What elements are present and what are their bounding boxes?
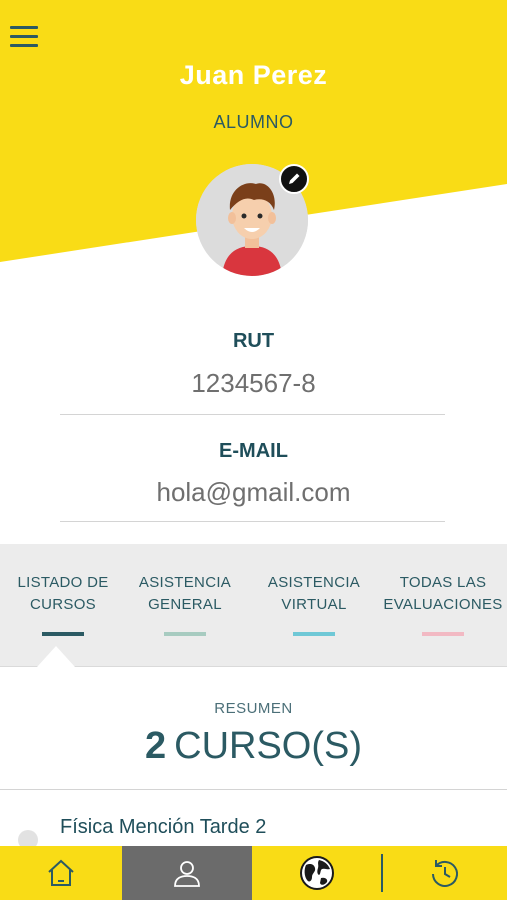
globe-icon: [300, 856, 334, 890]
user-icon: [174, 861, 200, 887]
nav-history[interactable]: [383, 846, 507, 900]
tab-indicator: [293, 632, 335, 636]
tab-indicator: [422, 632, 464, 636]
rut-value: 1234567-8: [191, 368, 316, 398]
home-icon: [48, 859, 74, 886]
active-tab-pointer: [37, 646, 75, 667]
section-tabs: LISTADO DE CURSOS ASISTENCIA GENERAL ASIST…: [0, 544, 507, 667]
hamburger-menu-icon[interactable]: [10, 26, 38, 48]
tab-todas-evaluaciones[interactable]: TODAS LAS EVALUACIONES: [380, 544, 506, 666]
history-icon: [432, 860, 458, 887]
tab-label: TODAS LAS EVALUACIONES: [383, 574, 503, 613]
tab-indicator: [164, 632, 206, 636]
pencil-icon: [289, 173, 300, 184]
edit-profile-button[interactable]: [279, 164, 309, 194]
list-divider: [0, 789, 507, 790]
profile-role: ALUMNO: [213, 112, 294, 132]
rut-divider: [60, 414, 445, 415]
course-count-unit: CURSO(S): [174, 725, 363, 767]
tab-indicator: [42, 632, 84, 636]
summary-label: RESUMEN: [214, 700, 293, 717]
tab-label: ASISTENCIA GENERAL: [138, 574, 232, 613]
nav-home[interactable]: [0, 846, 122, 900]
tab-label: LISTADO DE CURSOS: [17, 574, 109, 613]
email-label: E-MAIL: [219, 440, 288, 462]
rut-label: RUT: [232, 330, 275, 352]
tab-label: ASISTENCIA VIRTUAL: [267, 574, 361, 613]
summary-count: 2 CURSO(S): [0, 725, 507, 768]
course-count: 2: [144, 725, 167, 767]
bottom-navigation: [0, 846, 507, 900]
tab-asistencia-general[interactable]: ASISTENCIA GENERAL: [122, 544, 248, 666]
course-title: Física Mención Tarde 2: [60, 816, 267, 838]
nav-virtual[interactable]: [252, 846, 382, 900]
list-item[interactable]: Física Mención Tarde 2: [0, 812, 507, 850]
email-value: hola@gmail.com: [156, 477, 351, 507]
email-divider: [60, 521, 445, 522]
tab-asistencia-virtual[interactable]: ASISTENCIA VIRTUAL: [251, 544, 377, 666]
profile-name: Juan Perez: [179, 60, 328, 90]
nav-profile[interactable]: [122, 846, 252, 900]
